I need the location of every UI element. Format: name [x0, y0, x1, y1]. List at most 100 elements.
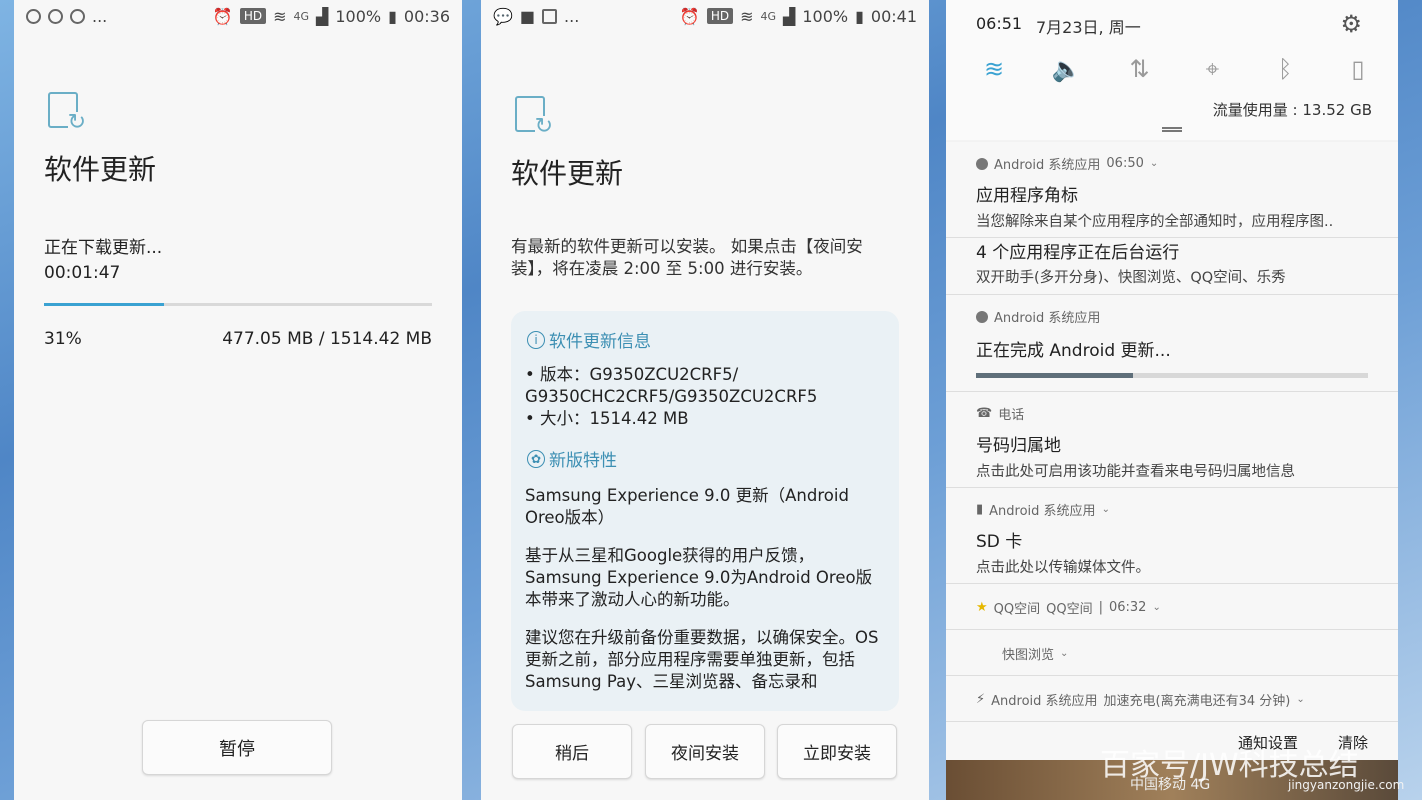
notif-text: 当您解除来自某个应用程序的全部通知时，应用程序图..	[976, 214, 1334, 230]
drag-handle[interactable]	[1162, 127, 1182, 132]
notification-item[interactable]: 4 个应用程序正在后台运行 双开助手(多开分身)、快图浏览、QQ空间、乐秀	[946, 238, 1398, 295]
status-bar: ... ⏰ HD ≋ 4G ▟ 100% ▮ 00:36	[14, 0, 462, 32]
sync-icon	[26, 8, 41, 24]
info-heading-label: 软件更新信息	[549, 332, 651, 352]
chevron-down-icon[interactable]: ⌄	[1296, 694, 1304, 705]
version-line: • 版本：G9350ZCU2CRF5/	[525, 365, 739, 384]
chevron-down-icon[interactable]: ⌄	[1102, 504, 1110, 515]
location-toggle-icon[interactable]: ⌖	[1194, 55, 1230, 83]
notif-app: Android 系统应用	[991, 694, 1098, 709]
notif-app: 电话	[998, 408, 1025, 423]
quick-settings: 06:51 7月23日, 周一 ⚙ ≋ 🔈 ⇅ ⌖ ᛒ ▯ 流量使用量 : 13…	[946, 0, 1398, 140]
notification-item[interactable]: Android 系统应用 06:50 ⌄ 应用程序角标 当您解除来自某个应用程序的全…	[946, 142, 1398, 238]
download-screen: ... ⏰ HD ≋ 4G ▟ 100% ▮ 00:36 软件更新 正在下载更新…	[14, 0, 462, 800]
features-heading-label: 新版特性	[549, 451, 617, 471]
features-paragraph: Samsung Experience 9.0 更新（Android Oreo版本…	[525, 486, 849, 527]
phone-icon: ☎	[976, 406, 993, 421]
alarm-icon: ⏰	[679, 6, 700, 26]
software-update-icon	[48, 92, 86, 134]
battery-percent: 100%	[335, 6, 382, 26]
hd-badge: HD	[239, 8, 267, 24]
page-title: 软件更新	[511, 157, 624, 190]
notif-text: 点击此处以传输媒体文件。	[976, 560, 1150, 576]
notif-title: 号码归属地	[976, 436, 1061, 456]
info-heading: i 软件更新信息	[527, 327, 885, 352]
version-line-2: G9350CHC2CRF5/G9350ZCU2CRF5	[525, 387, 818, 406]
notif-app: Android 系统应用	[989, 504, 1096, 519]
notification-item[interactable]: ▮ Android 系统应用 ⌄ SD 卡 点击此处以传输媒体文件。	[946, 488, 1398, 584]
more-notifications: ...	[92, 6, 108, 26]
install-now-button[interactable]: 立即安装	[777, 724, 897, 779]
chevron-down-icon[interactable]: ⌄	[1152, 602, 1160, 613]
update-available-screen: 💬 ■ ... ⏰ HD ≋ 4G ▟ 100% ▮ 00:41 软件更新 有最…	[481, 0, 929, 800]
page-title: 软件更新	[44, 153, 157, 186]
wifi-icon: ≋	[740, 6, 754, 26]
bolt-icon: ⚡	[976, 692, 986, 707]
pause-button[interactable]: 暂停	[142, 720, 332, 775]
data-usage: 流量使用量 : 13.52 GB	[1212, 101, 1372, 119]
signal-icon: ▟	[316, 6, 329, 26]
power-saving-toggle-icon[interactable]: ▯	[1340, 55, 1376, 83]
elapsed-time: 00:01:47	[44, 263, 121, 283]
hd-badge: HD	[706, 8, 734, 24]
features-paragraph: 建议您在升级前备份重要数据，以确保安全。OS更新之前，部分应用程序需要单独更新，…	[525, 628, 879, 691]
notif-title: 正在完成 Android 更新...	[976, 341, 1171, 361]
info-icon: i	[527, 330, 545, 349]
notification-item[interactable]: ☎ 电话 号码归属地 点击此处可启用该功能并查看来电号码归属地信息	[946, 392, 1398, 488]
notif-sub: 加速充电(离充满电还有34 分钟)	[1103, 694, 1291, 709]
signal-icon: ▟	[783, 6, 796, 26]
download-status: 正在下载更新...	[44, 238, 163, 258]
bluetooth-toggle-icon[interactable]: ᛒ	[1267, 55, 1303, 83]
status-time: 00:36	[403, 6, 450, 26]
notif-time: 06:50	[1106, 156, 1144, 171]
notif-text: 双开助手(多开分身)、快图浏览、QQ空间、乐秀	[976, 270, 1286, 286]
sd-card-icon: ▮	[976, 502, 984, 517]
gear-icon[interactable]: ⚙	[1340, 10, 1362, 38]
features-paragraph: 基于从三星和Google获得的用户反馈，Samsung Experience 9…	[525, 546, 873, 609]
chevron-down-icon[interactable]: ⌄	[1060, 648, 1068, 659]
notif-text: 点击此处可启用该功能并查看来电号码归属地信息	[976, 464, 1295, 480]
notification-item[interactable]: 快图浏览 ⌄	[946, 630, 1398, 676]
blocked-icon	[48, 8, 63, 24]
status-bar: 💬 ■ ... ⏰ HD ≋ 4G ▟ 100% ▮ 00:41	[481, 0, 929, 32]
notif-app: QQ空间	[993, 602, 1041, 617]
wifi-icon: ≋	[273, 6, 287, 26]
features-heading: ✿ 新版特性	[527, 446, 885, 471]
chevron-down-icon[interactable]: ⌄	[1150, 158, 1158, 169]
watermark-site: jingyanzongjie.com	[1288, 778, 1405, 792]
shade-date: 7月23日, 周一	[1036, 18, 1141, 37]
star-icon: ★	[976, 600, 988, 615]
notif-title: 应用程序角标	[976, 186, 1078, 206]
notif-app: 快图浏览	[1002, 648, 1055, 663]
network-type: 4G	[293, 9, 310, 23]
night-install-button[interactable]: 夜间安装	[645, 724, 765, 779]
update-info-card[interactable]: i 软件更新信息 • 版本：G9350ZCU2CRF5/ G9350CHC2CR…	[511, 311, 899, 711]
download-progress	[44, 303, 432, 306]
mobile-data-toggle-icon[interactable]: ⇅	[1122, 55, 1158, 83]
notif-title: SD 卡	[976, 532, 1023, 552]
notification-item[interactable]: Android 系统应用 正在完成 Android 更新...	[946, 295, 1398, 392]
progress-percent: 31%	[44, 329, 82, 349]
software-update-icon	[515, 96, 553, 138]
wifi-toggle-icon[interactable]: ≋	[976, 55, 1012, 83]
intro-text: 有最新的软件更新可以安装。 如果点击【夜间安装】，将在凌晨 2:00 至 5:0…	[511, 237, 863, 278]
notif-time: 06:32	[1108, 600, 1147, 615]
notification-item[interactable]: ★ QQ空间 QQ空间 | 06:32 ⌄	[946, 584, 1398, 630]
more-notifications: ...	[564, 6, 580, 26]
sound-toggle-icon[interactable]: 🔈	[1049, 55, 1085, 83]
download-progress-fill	[44, 303, 165, 306]
shade-time: 06:51	[976, 14, 1023, 33]
download-size: 477.05 MB / 1514.42 MB	[222, 329, 432, 349]
battery-icon: ▮	[855, 6, 864, 26]
network-type: 4G	[760, 9, 777, 23]
battery-icon: ▮	[388, 6, 397, 26]
android-icon	[976, 310, 988, 323]
update-progress-fill	[976, 373, 1133, 378]
notification-shade: 06:51 7月23日, 周一 ⚙ ≋ 🔈 ⇅ ⌖ ᛒ ▯ 流量使用量 : 13…	[946, 0, 1398, 800]
notification-item[interactable]: ⚡ Android 系统应用 加速充电(离充满电还有34 分钟) ⌄	[946, 676, 1398, 722]
notif-app: Android 系统应用	[994, 158, 1101, 173]
later-button[interactable]: 稍后	[512, 724, 632, 779]
alarm-icon: ⏰	[212, 6, 233, 26]
status-time: 00:41	[870, 6, 917, 26]
no-sync-icon	[70, 8, 85, 24]
